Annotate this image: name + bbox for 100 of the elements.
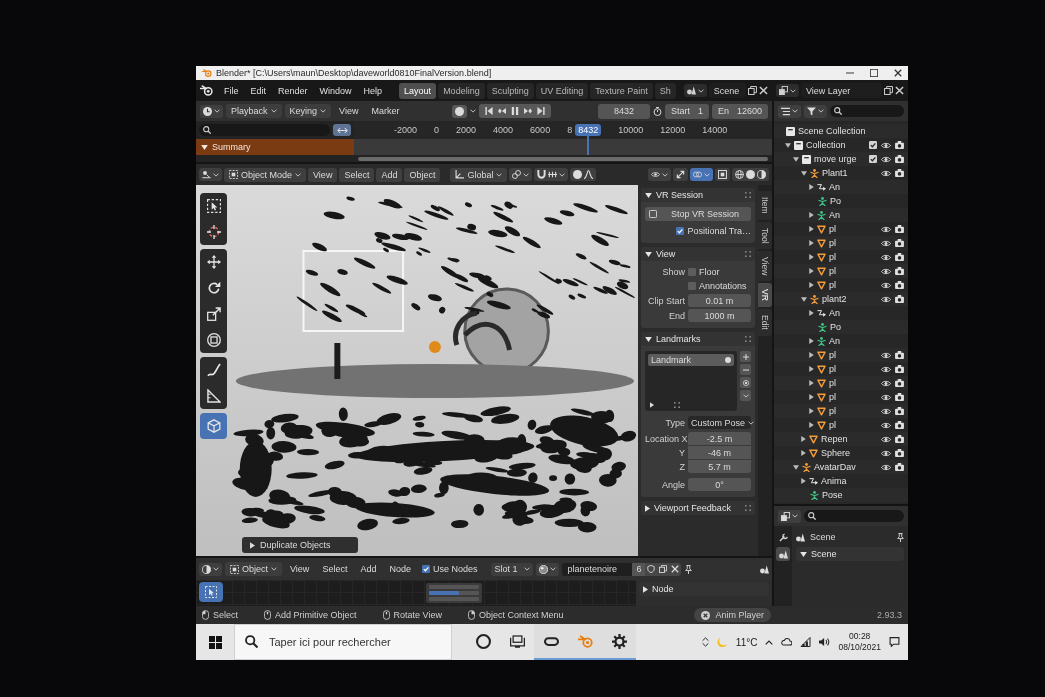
clock-time[interactable]: 00:28	[849, 631, 871, 642]
tool-button[interactable]	[199, 582, 223, 602]
eye-icon[interactable]	[881, 393, 891, 401]
number-field[interactable]: 0.01 m	[688, 294, 751, 307]
workspace-tab[interactable]: Sh	[654, 82, 676, 99]
panel-header[interactable]: VR Session	[641, 188, 755, 202]
eye-icon[interactable]	[881, 141, 891, 149]
workspace-tab[interactable]: Modeling	[438, 82, 485, 99]
menu-item[interactable]: Add	[376, 167, 403, 182]
overlay-button[interactable]	[690, 168, 713, 181]
eye-icon[interactable]	[881, 267, 891, 275]
channel-row[interactable]: Summary	[196, 139, 354, 155]
checkbox[interactable]	[676, 226, 685, 235]
eye-icon[interactable]	[881, 295, 891, 303]
eye-icon[interactable]	[881, 351, 891, 359]
shapes-icon[interactable]	[760, 564, 769, 574]
outliner-item[interactable]: An	[829, 336, 840, 346]
checkbox[interactable]	[869, 155, 877, 163]
checkbox-label[interactable]: Use Nodes	[432, 564, 478, 574]
playhead[interactable]: 8432	[575, 121, 602, 155]
menu-item[interactable]: Help	[358, 83, 388, 98]
menu-button[interactable]	[740, 390, 751, 401]
object-type-dropdown[interactable]: Object	[225, 562, 282, 576]
end-frame-field[interactable]: En 12600	[711, 103, 768, 119]
skip-start-icon[interactable]	[484, 107, 493, 115]
camera-icon[interactable]	[895, 253, 904, 261]
workspace-tab[interactable]: Sculpting	[486, 82, 534, 99]
outliner-item[interactable]: Sphere	[821, 448, 851, 458]
outliner-item[interactable]: Collection	[806, 140, 846, 150]
operator-panel[interactable]: Duplicate Objects	[242, 537, 358, 553]
list-item[interactable]: Landmark	[648, 354, 734, 366]
outliner-item[interactable]: plant2	[822, 294, 847, 304]
outliner-item[interactable]: An	[829, 308, 840, 318]
eye-icon[interactable]	[881, 225, 891, 233]
outliner-item[interactable]: An	[829, 182, 840, 192]
material-name-field[interactable]: planetenoire	[562, 562, 633, 576]
signal-icon[interactable]	[800, 637, 812, 647]
close-icon[interactable]	[894, 69, 902, 77]
eye-icon[interactable]	[881, 281, 891, 289]
maximize-icon[interactable]	[870, 69, 878, 77]
workspace-tab[interactable]: Texture Paint	[590, 82, 653, 99]
camera-icon[interactable]	[895, 351, 904, 359]
view-layer-field[interactable]: View Layer	[801, 83, 882, 98]
pin-icon[interactable]	[897, 532, 904, 542]
outliner-item[interactable]: pl	[829, 238, 836, 248]
triangle-right-icon[interactable]	[809, 408, 814, 414]
menu-item[interactable]: File	[219, 83, 244, 98]
outliner-item[interactable]: Po	[830, 196, 841, 206]
timeline-ruler[interactable]: -2000 0 2000 4000 6000 8 8432 10000 12000 14000	[354, 121, 772, 155]
unlink-button[interactable]	[669, 562, 682, 576]
camera-icon[interactable]	[895, 267, 904, 275]
search-field[interactable]	[830, 105, 904, 117]
notification-icon[interactable]	[889, 637, 900, 647]
checkbox[interactable]	[688, 282, 696, 290]
menu-item[interactable]: Object	[404, 167, 441, 182]
skip-end-icon[interactable]	[536, 107, 545, 115]
eye-icon[interactable]	[881, 435, 891, 443]
snap-dropdown[interactable]	[534, 168, 569, 181]
search-field[interactable]	[804, 510, 904, 522]
triangle-right-icon[interactable]	[650, 402, 654, 408]
triangle-right-icon[interactable]	[809, 268, 814, 274]
taskbar-app-button[interactable]	[534, 624, 568, 660]
falloff-dropdown[interactable]	[570, 168, 597, 181]
workspace-tab[interactable]: Layout	[399, 82, 437, 99]
eye-icon[interactable]	[881, 253, 891, 261]
stop-session-button[interactable]: Stop VR Session	[645, 207, 751, 221]
outliner-item[interactable]: Plant1	[822, 168, 848, 178]
triangle-down-icon[interactable]	[793, 156, 799, 162]
camera-icon[interactable]	[895, 421, 904, 429]
checkbox[interactable]	[421, 565, 430, 573]
outliner-item[interactable]: pl	[829, 224, 836, 234]
number-field[interactable]: -2.5 m	[688, 432, 751, 445]
triangle-down-icon[interactable]	[785, 142, 791, 148]
triangle-right-icon[interactable]	[809, 380, 814, 386]
triangle-right-icon[interactable]	[809, 338, 814, 344]
triangle-right-icon[interactable]	[801, 450, 806, 456]
checkbox-label[interactable]: Positional Tra…	[687, 225, 751, 236]
camera-icon[interactable]	[895, 239, 904, 247]
triangle-down-icon[interactable]	[801, 170, 807, 176]
dropdown-menu[interactable]: Keying	[284, 104, 332, 118]
editor-type-button[interactable]	[199, 562, 222, 576]
scene-name-field[interactable]: Scene	[708, 83, 746, 98]
chevrons-icon[interactable]	[701, 637, 709, 647]
outliner-item[interactable]: Po	[830, 322, 841, 332]
menu-item[interactable]: View	[285, 562, 315, 576]
triangle-right-icon[interactable]	[809, 422, 814, 428]
outliner-item[interactable]: move urge	[814, 154, 857, 164]
current-frame-field[interactable]: 8432	[597, 103, 650, 119]
outliner-item[interactable]: pl	[829, 364, 836, 374]
slot-dropdown[interactable]: Slot 1	[491, 562, 534, 576]
caret-icon[interactable]	[469, 109, 476, 113]
triangle-right-icon[interactable]	[809, 254, 814, 260]
user-count[interactable]: 6	[632, 562, 646, 576]
shader-node-drawing[interactable]	[426, 583, 482, 603]
previous-keyframe-icon[interactable]	[497, 107, 506, 115]
temperature-label[interactable]: 11°C	[735, 636, 758, 648]
eye-icon[interactable]	[881, 421, 891, 429]
stopwatch-icon[interactable]	[652, 106, 662, 116]
search-field[interactable]: Taper ici pour rechercher	[234, 624, 452, 660]
triangle-right-icon[interactable]	[809, 352, 814, 358]
